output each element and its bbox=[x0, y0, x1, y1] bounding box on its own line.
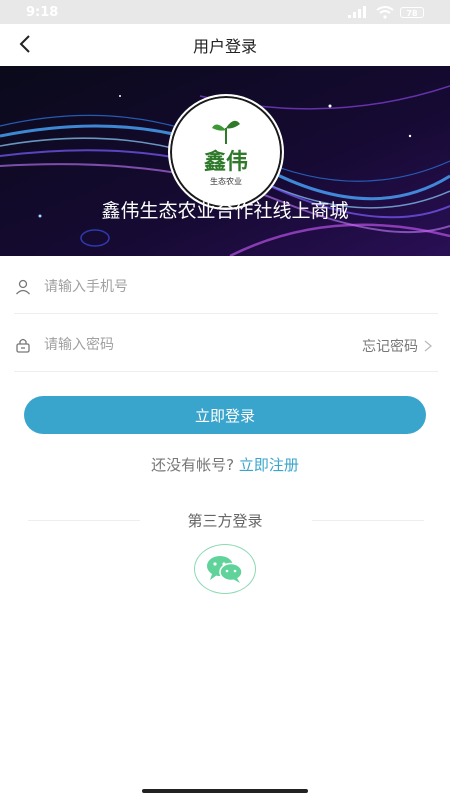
logo-subtitle: 生态农业 bbox=[210, 177, 242, 186]
status-bar: 9:18 78 bbox=[0, 0, 450, 24]
register-prompt: 还没有帐号? 立即注册 bbox=[0, 454, 450, 475]
wechat-login-button[interactable] bbox=[194, 544, 256, 594]
logo: 鑫伟 生态农业 bbox=[168, 94, 284, 210]
third-party-section: 第三方登录 bbox=[0, 510, 450, 530]
shop-name: 鑫伟生态农业合作社线上商城 bbox=[101, 200, 349, 222]
user-icon bbox=[14, 278, 32, 296]
chevron-right-icon bbox=[424, 340, 433, 352]
header: 用户登录 bbox=[0, 24, 450, 66]
signal-icon bbox=[348, 6, 366, 18]
status-time: 9:18 bbox=[26, 4, 59, 20]
wifi-icon bbox=[376, 5, 394, 19]
leaf-icon bbox=[212, 120, 240, 144]
phone-input[interactable] bbox=[42, 277, 326, 296]
chevron-left-icon bbox=[19, 35, 30, 53]
wechat-icon bbox=[207, 556, 243, 583]
page-title: 用户登录 bbox=[192, 37, 257, 56]
home-indicator[interactable] bbox=[142, 789, 308, 793]
password-input[interactable] bbox=[42, 335, 326, 354]
password-field: 忘记密码 bbox=[14, 318, 438, 372]
forgot-password-label: 忘记密码 bbox=[362, 339, 418, 355]
logo-name: 鑫伟 bbox=[203, 150, 248, 175]
back-button[interactable] bbox=[14, 32, 38, 56]
forgot-password-link[interactable]: 忘记密码 bbox=[362, 336, 434, 356]
third-party-label: 第三方登录 bbox=[187, 512, 263, 530]
register-link[interactable]: 立即注册 bbox=[239, 456, 299, 474]
lock-icon bbox=[14, 336, 32, 354]
no-account-text: 还没有帐号? bbox=[151, 456, 235, 474]
phone-field bbox=[14, 260, 438, 314]
login-button[interactable]: 立即登录 bbox=[24, 396, 426, 434]
status-icons: 78 bbox=[348, 5, 424, 19]
battery-icon: 78 bbox=[400, 6, 424, 18]
